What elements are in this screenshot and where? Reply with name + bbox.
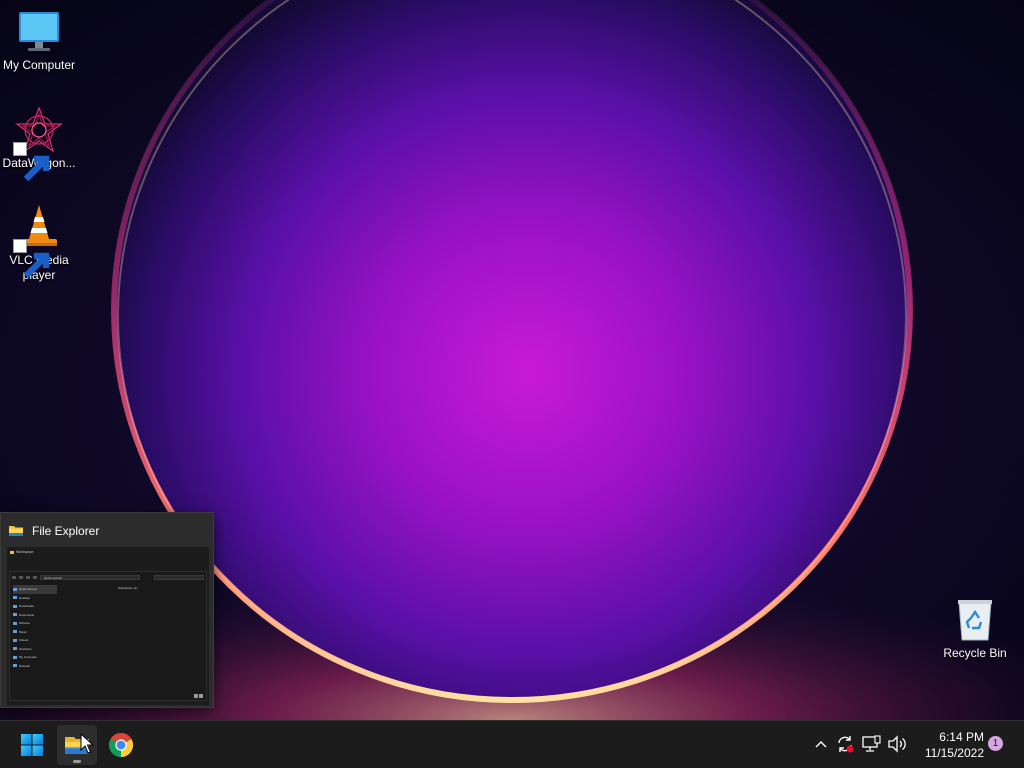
mini-tree-item: OneDrive bbox=[13, 645, 57, 654]
mini-tree-item: Pictures bbox=[13, 619, 57, 628]
notification-badge[interactable]: 1 bbox=[988, 736, 1003, 751]
folder-icon bbox=[9, 526, 23, 536]
taskbar-thumbnail-preview[interactable]: File Explorer Workspace Quick access Qui… bbox=[0, 512, 214, 708]
chevron-up-icon bbox=[815, 741, 827, 748]
mini-nav-tree: Quick access Desktop Downloads Documents… bbox=[13, 585, 57, 670]
clock-time: 6:14 PM bbox=[939, 730, 984, 744]
taskbar: 6:14 PM 11/15/2022 bbox=[0, 720, 1024, 768]
shortcut-arrow-icon bbox=[13, 142, 50, 182]
tray-sync[interactable] bbox=[834, 733, 856, 755]
monitor-icon bbox=[19, 12, 59, 51]
mini-tree-item: Quick access bbox=[13, 585, 57, 594]
mouse-cursor-icon bbox=[80, 733, 94, 754]
chrome-icon bbox=[108, 732, 134, 757]
tray-volume[interactable] bbox=[886, 733, 908, 755]
start-button[interactable] bbox=[12, 725, 52, 765]
mini-explorer-window: Quick access Quick access Desktop Downlo… bbox=[9, 571, 207, 701]
desktop-icon-my-computer[interactable]: My Computer bbox=[0, 8, 78, 73]
mini-tree-item: My Computer bbox=[13, 653, 57, 662]
preview-title-row: File Explorer bbox=[8, 523, 99, 539]
mini-address-row: Quick access bbox=[12, 574, 204, 580]
volume-icon bbox=[888, 735, 906, 753]
network-icon bbox=[862, 735, 881, 752]
mini-tree-item: Music bbox=[13, 628, 57, 637]
desktop-icon-label: My Computer bbox=[2, 58, 76, 72]
taskbar-clock[interactable]: 6:14 PM 11/15/2022 bbox=[914, 729, 984, 761]
sync-icon bbox=[838, 736, 854, 753]
mini-tree-item: Videos bbox=[13, 636, 57, 645]
clock-date: 11/15/2022 bbox=[924, 746, 984, 760]
mini-tree-item: Network bbox=[13, 662, 57, 671]
mini-search-box bbox=[154, 574, 204, 580]
desktop-icon-recycle-bin[interactable]: Recycle Bin bbox=[936, 596, 1014, 661]
mini-tab: Workspace bbox=[10, 550, 33, 554]
desktop-icon-datawagon[interactable]: DataWagon... bbox=[0, 106, 78, 182]
desktop-icon-vlc[interactable]: VLC media player bbox=[0, 203, 78, 283]
mini-content-label: Workspace (1) bbox=[118, 586, 138, 590]
mini-tab-label: Workspace bbox=[16, 550, 34, 554]
recycle-bin-icon bbox=[958, 600, 992, 641]
running-indicator bbox=[73, 760, 81, 763]
tray-network[interactable] bbox=[860, 733, 882, 755]
shortcut-arrow-icon bbox=[13, 239, 50, 279]
mini-tree-item: Desktop bbox=[13, 594, 57, 603]
preview-title: File Explorer bbox=[32, 524, 100, 538]
show-hidden-icons-button[interactable] bbox=[810, 733, 832, 755]
windows-logo-icon bbox=[21, 734, 43, 756]
taskbar-chrome[interactable] bbox=[101, 725, 141, 765]
desktop-icon-label: Recycle Bin bbox=[943, 646, 1007, 660]
mini-tree-item: Downloads bbox=[13, 602, 57, 611]
mini-address-bar: Quick access bbox=[40, 574, 140, 580]
preview-window-thumbnail[interactable]: Workspace Quick access Quick access Desk… bbox=[7, 547, 209, 705]
mini-tree-item: Documents bbox=[13, 611, 57, 620]
mini-view-toggles bbox=[194, 694, 203, 698]
desktop[interactable]: My Computer DataWagon... VLC media playe… bbox=[0, 0, 1024, 720]
